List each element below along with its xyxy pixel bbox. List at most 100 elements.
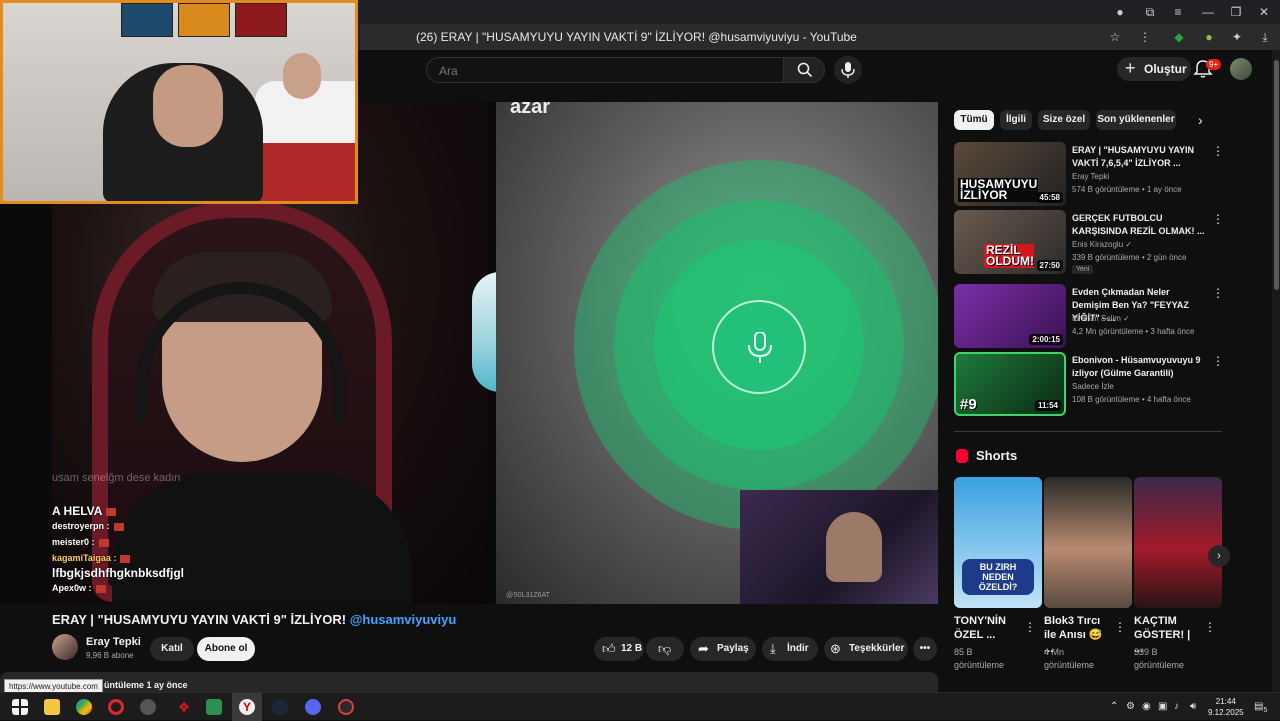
video-title[interactable]: ERAY | "HUSAMYUYU YAYIN VAKTİ 7,6,5,4" İ… bbox=[1072, 144, 1206, 170]
channel-avatar[interactable] bbox=[52, 634, 78, 660]
close-icon[interactable]: ✕ bbox=[1256, 4, 1272, 20]
search-input[interactable] bbox=[439, 63, 769, 79]
more-vertical-icon[interactable]: ⋮ bbox=[1114, 620, 1126, 634]
recommendation-item[interactable]: HUSAMYUYU İZLİYOR 45:58 ERAY | "HUSAMYUY… bbox=[954, 142, 1224, 206]
video-meta: 574 B görüntüleme • 1 ay önce bbox=[1072, 185, 1182, 194]
profile-icon[interactable]: ● bbox=[1112, 4, 1128, 20]
discord-icon[interactable] bbox=[305, 699, 321, 715]
create-button[interactable]: + Oluştur bbox=[1117, 57, 1191, 81]
obs-icon[interactable] bbox=[338, 699, 354, 715]
store-icon[interactable] bbox=[206, 699, 222, 715]
volume-icon[interactable]: 🔊︎ bbox=[1190, 701, 1196, 712]
opera-icon[interactable] bbox=[108, 699, 124, 715]
chat-faded-message: usam senelğm dese kadın bbox=[52, 472, 181, 484]
scrollbar-thumb[interactable] bbox=[1274, 60, 1279, 290]
more-vertical-icon[interactable]: ⋮ bbox=[1212, 144, 1224, 158]
clock-time: 21:44 bbox=[1215, 697, 1236, 706]
extension-circle-icon[interactable]: ● bbox=[1202, 30, 1216, 44]
plus-icon: + bbox=[1125, 58, 1136, 78]
download-button[interactable]: ⤓ İndir bbox=[762, 637, 818, 661]
video-title[interactable]: GERÇEK FUTBOLCU KARŞISINDA REZİL OLMAK! … bbox=[1072, 212, 1206, 238]
channel-name[interactable]: Sadece İzle bbox=[1072, 382, 1114, 391]
more-vertical-icon[interactable]: ⋮ bbox=[1204, 620, 1216, 634]
chip-recent[interactable]: Son yüklenenler bbox=[1096, 110, 1176, 130]
tab-search-icon[interactable]: ⧉ bbox=[1142, 4, 1158, 20]
more-actions-button[interactable]: ••• bbox=[913, 637, 937, 661]
app-red-icon[interactable]: ❖ bbox=[176, 699, 192, 715]
channel-name[interactable]: İbrahim Selim ✓ bbox=[1072, 314, 1130, 323]
video-duration: 2:00:15 bbox=[1029, 334, 1063, 345]
subscribe-button[interactable]: Abone ol bbox=[197, 637, 255, 661]
share-button[interactable]: ➦ Paylaş bbox=[690, 637, 756, 661]
short-title[interactable]: TONY'NİN ÖZEL ... bbox=[954, 614, 1020, 642]
more-vertical-icon[interactable]: ⋮ bbox=[1212, 212, 1224, 226]
dislike-button[interactable]: 👎︎ bbox=[646, 637, 684, 661]
tray-app-icon[interactable]: ◉ bbox=[1142, 701, 1151, 712]
tray-app-icon[interactable]: ⚙ bbox=[1126, 701, 1135, 712]
chrome-icon[interactable] bbox=[76, 699, 92, 715]
short-thumbnail[interactable] bbox=[1044, 477, 1132, 608]
mention-link[interactable]: @husamviyuviyu bbox=[350, 612, 457, 627]
extension-shield-icon[interactable]: ◆ bbox=[1172, 30, 1186, 44]
chip-for-you[interactable]: Size özel bbox=[1038, 110, 1090, 130]
more-vertical-icon[interactable]: ⋮ bbox=[1212, 354, 1224, 368]
thumbnail-text: REZİL OLDUM! bbox=[984, 243, 1034, 268]
search-box[interactable] bbox=[426, 57, 784, 83]
chevron-right-icon[interactable]: › bbox=[1198, 112, 1203, 128]
thumbs-down-icon: 👎︎ bbox=[658, 641, 672, 656]
voice-search-button[interactable] bbox=[834, 56, 862, 84]
chevron-right-icon[interactable]: › bbox=[1208, 545, 1230, 567]
microphone-tray-icon[interactable]: ♪ bbox=[1174, 701, 1179, 712]
recommendation-item[interactable]: #9 11:54 Ebonivon - Hüsamvuyuvuyu 9 izli… bbox=[954, 352, 1224, 416]
microphone-icon bbox=[841, 62, 855, 78]
thanks-button[interactable]: ⊛ Teşekkürler bbox=[824, 637, 908, 661]
chevron-up-icon[interactable]: ⌃ bbox=[1110, 701, 1118, 712]
clock-date: 9.12.2025 bbox=[1208, 708, 1244, 717]
search-button[interactable] bbox=[783, 57, 825, 83]
bookmark-icon[interactable]: ☆ bbox=[1108, 30, 1122, 44]
video-thumbnail[interactable]: #9 11:54 bbox=[954, 352, 1066, 416]
like-button[interactable]: 👍︎ 12 B bbox=[594, 637, 644, 661]
account-avatar[interactable] bbox=[1230, 58, 1252, 80]
thumbnail-text: HUSAMYUYU İZLİYOR bbox=[958, 177, 1038, 202]
file-explorer-icon[interactable] bbox=[44, 699, 60, 715]
steam-icon[interactable] bbox=[272, 699, 288, 715]
download-label: İndir bbox=[787, 643, 809, 654]
join-button[interactable]: Katıl bbox=[150, 637, 194, 661]
share-icon: ➦ bbox=[698, 641, 709, 656]
system-clock[interactable]: 21:44 9.12.2025 bbox=[1208, 696, 1244, 718]
app-icon[interactable] bbox=[140, 699, 156, 715]
notifications-icon[interactable]: ▤5 bbox=[1254, 701, 1267, 714]
short-thumbnail[interactable]: BU ZIRH NEDEN ÖZELDİ? bbox=[954, 477, 1042, 608]
more-vertical-icon[interactable]: ⋮ bbox=[1212, 286, 1224, 300]
windows-start-icon[interactable] bbox=[12, 699, 28, 715]
video-thumbnail[interactable]: HUSAMYUYU İZLİYOR 45:58 bbox=[954, 142, 1066, 206]
channel-name[interactable]: Eray Tepki bbox=[1072, 172, 1109, 181]
video-thumbnail[interactable]: REZİL OLDUM! 27:50 bbox=[954, 210, 1066, 274]
menu-icon[interactable]: ≡ bbox=[1170, 4, 1186, 20]
tray-app-icon[interactable]: ▣ bbox=[1158, 701, 1167, 712]
chip-all[interactable]: Tümü bbox=[954, 110, 994, 130]
more-vertical-icon[interactable]: ⋮ bbox=[1024, 620, 1036, 634]
recommendation-item[interactable]: REZİL OLDUM! 27:50 GERÇEK FUTBOLCU KARŞI… bbox=[954, 210, 1224, 274]
thumbs-up-icon: 👍︎ bbox=[602, 641, 616, 656]
minimize-icon[interactable]: — bbox=[1200, 4, 1216, 20]
chat-line: meister0 : bbox=[52, 534, 252, 550]
yandex-browser-icon[interactable]: Y bbox=[239, 699, 255, 715]
recommendation-item[interactable]: 2:00:15 Evden Çıkmadan Neler Demişim Ben… bbox=[954, 284, 1224, 348]
more-icon[interactable]: ⋮ bbox=[1138, 30, 1152, 44]
poster-3 bbox=[235, 3, 287, 37]
channel-name[interactable]: Eray Tepki bbox=[86, 636, 141, 648]
short-thumbnail[interactable] bbox=[1134, 477, 1222, 608]
maximize-icon[interactable]: ❐ bbox=[1228, 4, 1244, 20]
chip-related[interactable]: İlgili bbox=[1000, 110, 1032, 130]
floating-webcam[interactable] bbox=[0, 0, 358, 204]
guest-face bbox=[283, 53, 321, 99]
extensions-icon[interactable]: ✦ bbox=[1230, 30, 1244, 44]
download-icon[interactable]: ⤓ bbox=[1258, 30, 1272, 44]
video-title[interactable]: Ebonivon - Hüsamvuyuvuyu 9 izliyor (Gülm… bbox=[1072, 354, 1206, 380]
video-thumbnail[interactable]: 2:00:15 bbox=[954, 284, 1066, 348]
channel-name[interactable]: Enis Kirazoglu ✓ bbox=[1072, 240, 1132, 249]
short-views: 85 B görüntüleme bbox=[954, 647, 1005, 670]
poster-strip bbox=[121, 3, 287, 37]
